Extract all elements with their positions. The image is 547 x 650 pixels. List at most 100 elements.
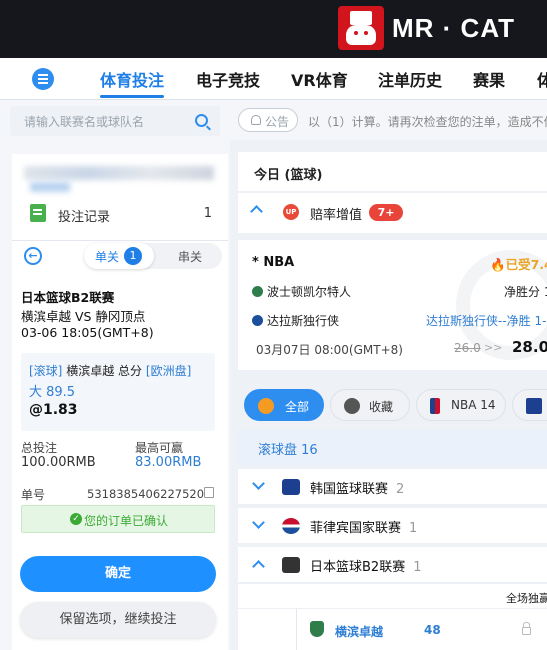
notice-text: 以（1）计算。请再次检查您的注单，造成不便 (308, 115, 547, 129)
featured-market-2[interactable]: 达拉斯独行侠--净胜 1- (426, 312, 546, 329)
celtics-logo-icon (252, 286, 263, 297)
live-count: 滚球盘 16 (258, 443, 318, 458)
search-placeholder: 请输入联赛名或球队名 (24, 115, 145, 129)
bet-selection-box: [滚球] 横滨卓越 总分 [欧洲盘] 大 89.5 @1.83 (21, 353, 215, 431)
brand-logo[interactable]: MR · CAT (338, 6, 515, 50)
live-section-header: 滚球盘 16 (238, 430, 547, 466)
filter-kbl[interactable]: K (512, 389, 547, 421)
stake-label: 总投注 (21, 441, 58, 455)
filter-all[interactable]: 全部 (244, 389, 324, 421)
featured-team-2: 达拉斯独行侠 (252, 312, 339, 329)
odds-arrow: >> (484, 341, 503, 354)
new-odds[interactable]: 28.0 (512, 338, 547, 356)
b2-league-logo-icon (282, 557, 300, 573)
nav-sports[interactable]: 体育投注 (100, 67, 164, 91)
today-title: 今日 (篮球) (254, 168, 323, 183)
live-tag: [滚球] (29, 364, 63, 378)
confirm-button[interactable]: 确定 (20, 556, 216, 592)
team-market-row: 横滨卓越 48 (238, 608, 547, 650)
filter-all-label: 全部 (285, 400, 310, 414)
order-confirmed-text: 您的订单已确认 (84, 514, 169, 528)
chevron-down-icon[interactable] (252, 477, 265, 490)
nav-bet-history[interactable]: 注单历史 (378, 67, 442, 91)
bet-card: 日本篮球B2联赛 横滨卓越 VS 静冈顶点 03-06 18:05(GMT+8)… (12, 277, 222, 533)
nav-vr-sports[interactable]: VR体育 (291, 67, 348, 91)
order-label: 单号 (21, 488, 46, 502)
nav-results[interactable]: 赛果 (473, 67, 505, 91)
hot-bets-badge: 🔥已受7.4 (490, 257, 547, 272)
league-count: 1 (409, 521, 418, 536)
kbl-icon (526, 398, 542, 414)
notice-bar: 公告 以（1）计算。请再次检查您的注单，造成不便 (230, 100, 547, 140)
odds-boost-row[interactable]: UP 赔率增值 7+ (238, 193, 547, 233)
keep-selection-button[interactable]: 保留选项，继续投注 (20, 602, 216, 638)
featured-league: * NBA (252, 255, 295, 270)
chevron-down-icon[interactable] (252, 516, 265, 529)
lock-icon (522, 622, 531, 635)
account-panel: 投注记录 1 (12, 154, 228, 240)
bet-record-count: 1 (203, 206, 212, 221)
filter-bar: 全部 收藏 NBA 14 K (238, 382, 547, 428)
team-1-name: 波士顿凯尔特人 (267, 285, 352, 299)
bet-market-line: [滚球] 横滨卓越 总分 [欧洲盘] (29, 362, 191, 379)
announcement-label: 公告 (265, 115, 290, 129)
mavericks-logo-icon (252, 315, 263, 326)
grid-icon (258, 398, 274, 414)
star-icon (344, 398, 360, 414)
blurred-account-info (24, 166, 214, 180)
nba-icon (430, 398, 440, 414)
league-row-b2[interactable]: 日本篮球B2联赛 1 (238, 547, 547, 583)
nav-active-indicator (100, 95, 164, 98)
stake-value: 100.00RMB (21, 455, 96, 470)
row-divider (296, 609, 297, 650)
main-nav: 体育投注 电子竞技 VR体育 注单历史 赛果 体 (0, 58, 547, 100)
league-name-philippines: 菲律宾国家联赛 1 (310, 521, 418, 536)
tab-single-label: 单关 (95, 250, 120, 264)
odds-boost-label: 赔率增值 (310, 208, 363, 223)
bet-market: 总分 (118, 364, 143, 378)
search-input[interactable]: 请输入联赛名或球队名 (10, 106, 220, 136)
league-name-b2: 日本篮球B2联赛 1 (310, 560, 422, 575)
odds-boost-count: 7+ (369, 204, 403, 221)
bet-odds: @1.83 (29, 402, 78, 418)
check-circle-icon: ✓ (70, 513, 82, 525)
cat-logo-icon (338, 6, 384, 50)
league-count: 1 (413, 560, 422, 575)
league-row-philippines[interactable]: 菲律宾国家联赛 1 (238, 508, 547, 544)
back-arrow-icon[interactable]: ← (24, 247, 42, 265)
bet-time: 03-06 18:05(GMT+8) (21, 325, 154, 340)
nav-esports[interactable]: 电子竞技 (196, 67, 260, 91)
chevron-up-icon[interactable] (250, 205, 263, 218)
max-win-value: 83.00RMB (135, 455, 202, 470)
tab-single[interactable]: 单关 1 (84, 243, 154, 269)
search-icon[interactable] (195, 114, 208, 127)
kbl-logo-icon (282, 479, 300, 495)
chevron-up-icon[interactable] (252, 560, 265, 573)
tab-multi[interactable]: 串关 (178, 248, 202, 265)
team-2-name: 达拉斯独行侠 (267, 314, 340, 328)
featured-market-1: 净胜分 1 (504, 285, 547, 299)
top-header: MR · CAT (0, 0, 547, 58)
bet-match: 横滨卓越 VS 静冈顶点 (21, 309, 146, 324)
filter-nba-label: NBA 14 (451, 398, 496, 412)
menu-icon[interactable] (32, 68, 54, 90)
featured-time: 03月07日 08:00(GMT+8) (256, 343, 403, 357)
announcement-button[interactable]: 公告 (238, 108, 298, 132)
up-boost-icon: UP (283, 204, 299, 220)
order-number: 5318385406227520 (87, 487, 205, 501)
nav-more[interactable]: 体 (537, 67, 547, 91)
bet-record-label[interactable]: 投注记录 (58, 206, 110, 225)
bet-team: 横滨卓越 (66, 364, 115, 378)
brand-name: MR · CAT (392, 12, 516, 43)
league-row-kbl[interactable]: 韩国篮球联赛 2 (238, 469, 547, 505)
team-name: 横滨卓越 (335, 625, 384, 639)
team-score[interactable]: 48 (424, 623, 441, 637)
featured-team-1: 波士顿凯尔特人 (252, 283, 351, 300)
league-count: 2 (396, 482, 405, 497)
filter-favorites[interactable]: 收藏 (330, 389, 410, 421)
filter-nba[interactable]: NBA 14 (416, 389, 506, 421)
odds-type-tag: [欧洲盘] (145, 364, 192, 378)
featured-match-card[interactable]: * NBA 🔥已受7.4 波士顿凯尔特人 达拉斯独行侠 净胜分 1 达拉斯独行侠… (238, 240, 547, 370)
copy-icon[interactable] (204, 487, 214, 498)
market-subheader-text: 全场独赢 (506, 592, 547, 605)
